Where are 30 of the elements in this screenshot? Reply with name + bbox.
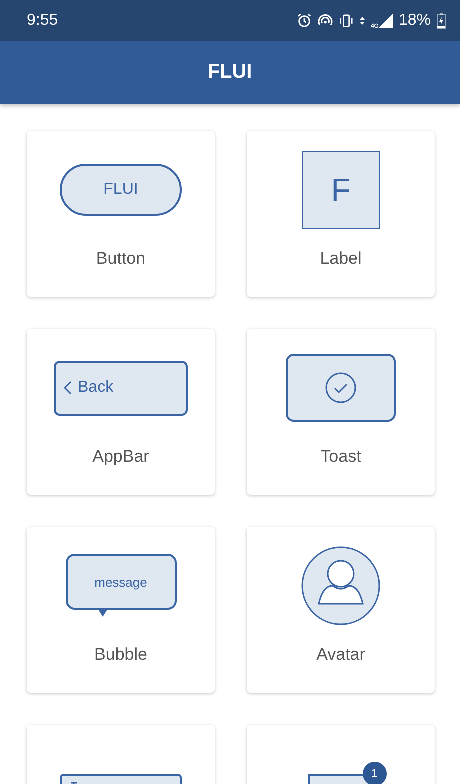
count-badge: 1 xyxy=(362,762,386,784)
avatar-icon xyxy=(301,546,381,626)
status-time: 9:55 xyxy=(27,12,60,30)
battery-charging-icon xyxy=(437,12,446,28)
back-chevron-icon xyxy=(64,381,72,395)
widget-card[interactable]: FLUI Button xyxy=(27,131,215,297)
alarm-clock-icon xyxy=(296,13,312,28)
widget-caption: Avatar xyxy=(316,645,366,665)
bubble-pointer xyxy=(98,609,108,617)
widget-caption: Button xyxy=(96,249,146,269)
widget-caption: Label xyxy=(320,249,362,269)
check-circle-icon xyxy=(325,372,357,404)
widget-caption: AppBar xyxy=(92,447,150,467)
label-preview: F xyxy=(302,151,380,229)
widget-card[interactable]: 1 xyxy=(247,725,435,784)
back-label: Back xyxy=(78,379,114,397)
vibrate-icon xyxy=(338,14,354,28)
battery-percent: 18% xyxy=(398,12,431,30)
widget-card[interactable]: message Bubble xyxy=(27,527,215,693)
widget-card[interactable]: Toast xyxy=(247,329,435,495)
data-arrows-icon xyxy=(360,16,365,26)
app-title: FLUI xyxy=(208,61,252,84)
widget-card[interactable]: F Label xyxy=(247,131,435,297)
button-preview[interactable]: FLUI xyxy=(60,164,182,216)
widget-caption: Bubble xyxy=(94,645,148,665)
widget-caption: Toast xyxy=(320,447,362,467)
widget-card[interactable]: Avatar xyxy=(247,527,435,693)
signal-icon xyxy=(378,14,393,28)
widget-card[interactable]: Back AppBar xyxy=(27,329,215,495)
hotspot-icon xyxy=(318,14,333,27)
